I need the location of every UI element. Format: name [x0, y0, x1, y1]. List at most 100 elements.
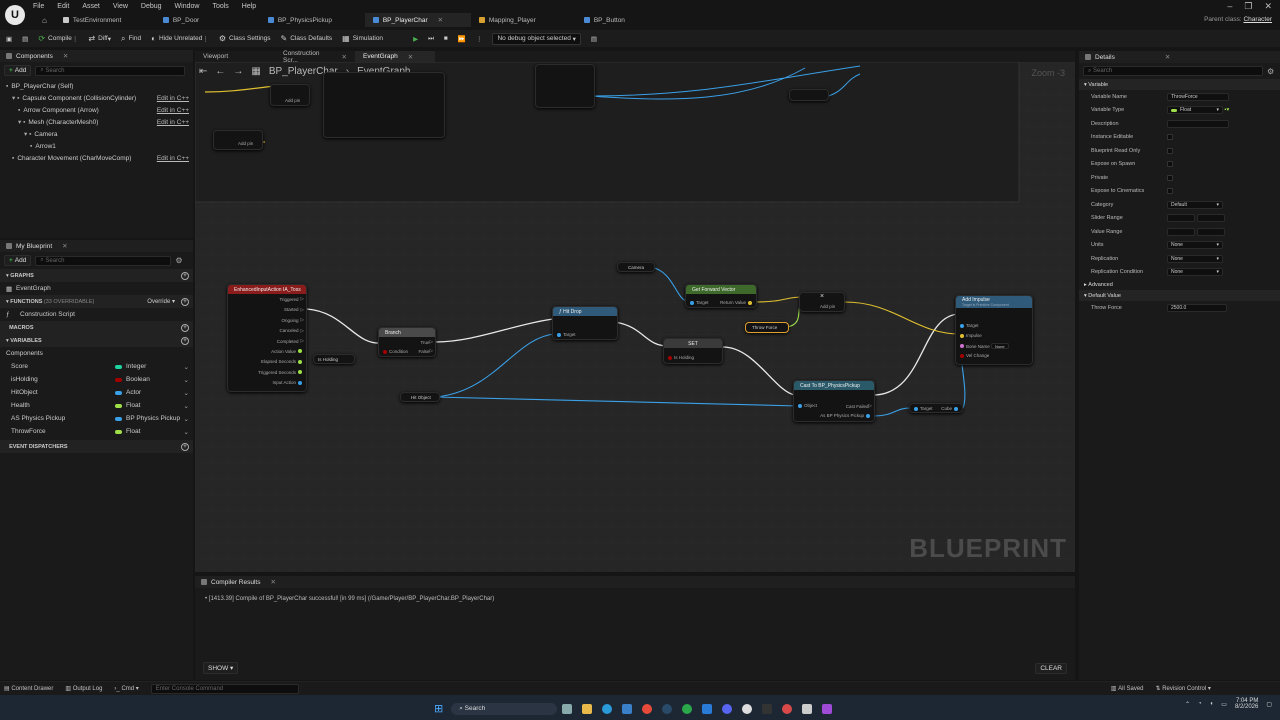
advanced-section[interactable]: ▸ Advanced [1079, 279, 1280, 290]
forward-return-pin[interactable]: Return Value [720, 300, 754, 305]
task-view-icon[interactable] [562, 703, 573, 714]
diff-button[interactable]: ⇄ Diff ▾ [88, 30, 111, 47]
back-icon[interactable]: ← [215, 66, 225, 77]
hit-object-getter[interactable]: Hit Object [400, 392, 440, 402]
enhanced-input-pin[interactable]: Completed ▷ [277, 338, 304, 344]
override-dropdown[interactable]: Override ▾ [147, 298, 175, 305]
detail-text-input[interactable]: ThrowForce [1167, 92, 1229, 101]
functions-section[interactable]: ▾ FUNCTIONS (33 OVERRIDABLE) Override ▾ + [0, 295, 193, 308]
enhanced-input-node[interactable]: EnhancedInputAction IA_Toss Triggered ▷ St… [227, 284, 307, 392]
component-item[interactable]: ▾ ▪ Mesh (CharacterMesh0) Edit in C++ [0, 116, 193, 128]
range-max-input[interactable] [1196, 214, 1225, 223]
output-log-button[interactable]: ▥ Output Log [65, 685, 102, 693]
enhanced-input-pin[interactable]: Triggered Seconds [258, 370, 304, 375]
epic-icon[interactable] [802, 703, 813, 714]
multiply-add-pin[interactable]: Add pin [820, 304, 835, 309]
impulse-vel-change-pin[interactable]: Vel Change [958, 353, 989, 358]
edit-in-cpp-link[interactable]: Edit in C++ [157, 155, 189, 162]
variable-type[interactable]: Boolean [115, 376, 150, 383]
enhanced-input-pin[interactable]: Triggered ▷ [279, 296, 304, 302]
tab-test-environment[interactable]: TestEnvironment [55, 13, 155, 27]
close-panel-icon[interactable]: ✕ [1165, 53, 1170, 61]
tray-chevron-icon[interactable]: ⌃ [1185, 701, 1190, 708]
visibility-chevron-icon[interactable]: ⌄ [184, 415, 189, 423]
cube-output-pin[interactable]: Cube [941, 406, 960, 411]
add-node-top[interactable]: Add pin [270, 84, 310, 106]
forward-icon[interactable]: → [233, 66, 243, 77]
chrome-icon[interactable] [642, 703, 653, 714]
menu-debug[interactable]: Debug [141, 3, 162, 10]
vscode-icon[interactable] [702, 703, 713, 714]
construction-script-item[interactable]: ƒ Construction Script [0, 308, 193, 321]
class-defaults-button[interactable]: ✎ Class Defaults [281, 30, 333, 47]
discord-icon[interactable] [722, 703, 733, 714]
variables-section[interactable]: ▾ VARIABLES + [0, 334, 193, 347]
hit-drop-node[interactable]: ƒ Hit Drop Target [552, 306, 618, 340]
play-options-icon[interactable]: ⋮ [476, 30, 483, 47]
details-search-input[interactable]: ⌕ Search [1083, 66, 1263, 76]
maximize-icon[interactable]: ❐ [1244, 1, 1252, 12]
variable-type[interactable]: BP Physics Pickup [115, 415, 180, 422]
variable-type[interactable]: Integer [115, 363, 146, 370]
menu-file[interactable]: File [33, 3, 44, 10]
branch-condition-pin[interactable]: Condition [381, 349, 408, 354]
visibility-chevron-icon[interactable]: ⌄ [184, 402, 189, 410]
impulse-impulse-pin[interactable]: Impulse [958, 333, 982, 338]
tab-construction-script[interactable]: Construction Scr... ✕ [275, 50, 355, 64]
throw-force-getter[interactable]: Throw Force [745, 322, 789, 333]
detail-dropdown[interactable]: Default ▾ [1167, 200, 1223, 209]
add-function-icon[interactable]: + [181, 297, 189, 306]
line-trace-node[interactable] [323, 72, 445, 138]
is-holding-getter[interactable]: Is Holding [313, 354, 355, 364]
component-item[interactable]: ▪ Arrow1 [0, 140, 193, 152]
tab-bp-door[interactable]: BP_Door [155, 13, 260, 27]
browse-icon[interactable]: ▤ [22, 30, 28, 47]
menu-view[interactable]: View [113, 3, 128, 10]
menu-tools[interactable]: Tools [212, 3, 228, 10]
variable-item[interactable]: AS Physics Pickup BP Physics Pickup ⌄ [0, 412, 193, 425]
comment-box[interactable] [195, 62, 1020, 203]
close-tab-icon[interactable]: ✕ [408, 53, 413, 61]
menu-help[interactable]: Help [242, 3, 256, 10]
all-saved-status[interactable]: ▥ All Saved [1111, 685, 1144, 693]
xbox-icon[interactable] [682, 703, 693, 714]
store-icon[interactable] [622, 703, 633, 714]
throw-force-value-input[interactable]: 2500.0 [1167, 303, 1227, 312]
visibility-chevron-icon[interactable]: ⌄ [184, 428, 189, 436]
add-component-button[interactable]: + Add [4, 65, 32, 76]
branch-false-pin[interactable]: False ▷ [419, 348, 433, 354]
close-panel-icon[interactable]: ✕ [62, 242, 67, 250]
file-explorer-icon[interactable] [582, 703, 593, 714]
play-button[interactable]: ▶ [413, 30, 418, 47]
class-settings-button[interactable]: ⚙ Class Settings [219, 30, 271, 47]
variable-item[interactable]: Health Float ⌄ [0, 399, 193, 412]
tab-event-graph[interactable]: EventGraph ✕ [355, 51, 435, 62]
add-member-button[interactable]: + Add [4, 255, 32, 266]
graphs-section[interactable]: ▾ GRAPHS + [0, 269, 193, 282]
add-impulse-node[interactable]: Add Impulse Target is Primitive Component… [955, 295, 1033, 365]
range-min-input[interactable] [1167, 227, 1195, 236]
impulse-bone-name-pin[interactable]: Bone Name None [958, 343, 1009, 349]
detail-dropdown[interactable]: None ▾ [1167, 241, 1223, 250]
variable-item[interactable]: HitObject Actor ⌄ [0, 386, 193, 399]
clear-button[interactable]: CLEAR [1035, 663, 1067, 674]
tab-viewport[interactable]: Viewport [195, 51, 275, 62]
detail-checkbox[interactable] [1167, 174, 1173, 181]
hit-drop-target-pin[interactable]: Target [555, 332, 576, 337]
cube-target-pin[interactable]: Target [912, 406, 933, 411]
variable-item[interactable]: isHolding Boolean ⌄ [0, 373, 193, 386]
component-item[interactable]: ▪ Arrow Component (Arrow) Edit in C++ [0, 104, 193, 116]
tab-bp-physics-pickup[interactable]: BP_PhysicsPickup [260, 13, 365, 27]
variable-type[interactable]: Float [115, 402, 140, 409]
default-value-section[interactable]: ▾ Default Value [1079, 290, 1280, 301]
branch-true-pin[interactable]: True ▷ [420, 339, 433, 345]
edit-in-cpp-link[interactable]: Edit in C++ [157, 107, 189, 114]
detail-dropdown[interactable]: None ▾ [1167, 268, 1223, 277]
component-item[interactable]: ▾ ▪ Camera [0, 128, 193, 140]
show-button[interactable]: SHOW ▾ [203, 662, 239, 674]
revision-control-button[interactable]: ⇅ Revision Control ▾ [1156, 685, 1211, 693]
unreal-logo-icon[interactable]: U [5, 5, 25, 25]
cube-getter-node[interactable]: Target Cube [909, 403, 963, 413]
debug-filter-icon[interactable]: ▤ [591, 30, 597, 47]
event-graph-item[interactable]: ▦ EventGraph [0, 282, 193, 295]
